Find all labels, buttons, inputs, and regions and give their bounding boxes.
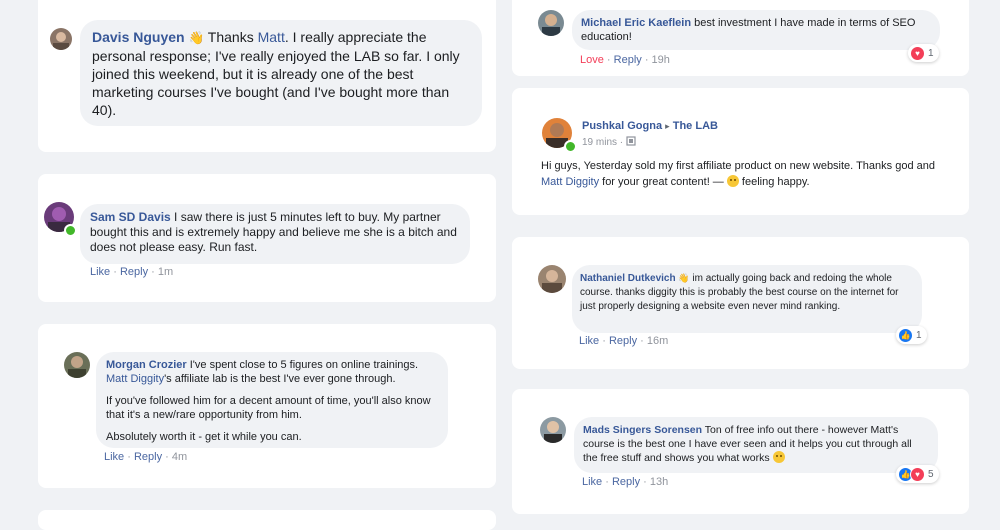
reaction-summary[interactable]: ♥ 1: [908, 44, 939, 62]
avatar[interactable]: [64, 352, 90, 378]
post-meta: 19 mins ·: [582, 136, 636, 148]
comment-paragraph: Morgan Crozier I've spent close to 5 fig…: [106, 358, 438, 386]
comment-card: [38, 510, 496, 530]
separator: ·: [640, 476, 650, 488]
separator: ·: [602, 476, 612, 488]
like-button[interactable]: Like: [104, 451, 124, 463]
comment-card: Morgan Crozier I've spent close to 5 fig…: [38, 324, 496, 488]
comment-text: 's affiliate lab is the best I've ever g…: [164, 373, 396, 385]
mention-link[interactable]: Matt Diggity: [106, 373, 164, 385]
comment-actions: Like · Reply · 1m: [90, 266, 173, 278]
timestamp[interactable]: 4m: [172, 451, 187, 463]
avatar[interactable]: [538, 265, 566, 293]
wave-icon: 👋: [188, 31, 205, 45]
comment-text: I've spent close to 5 figures on online …: [186, 359, 419, 371]
reaction-count: 1: [916, 329, 922, 341]
comment-actions: Like · Reply · 16m: [579, 335, 668, 347]
globe-icon: [626, 136, 636, 146]
separator: ·: [148, 266, 158, 278]
author-name[interactable]: Sam SD Davis: [90, 210, 171, 224]
reaction-summary[interactable]: 👍 1: [896, 326, 927, 344]
timestamp[interactable]: 16m: [647, 335, 668, 347]
reply-button[interactable]: Reply: [614, 54, 642, 66]
separator: ·: [162, 451, 172, 463]
feeling-text: feeling happy.: [738, 176, 810, 188]
separator: ·: [124, 451, 134, 463]
comment-card: Davis Nguyen 👋 Thanks Matt. I really app…: [38, 0, 496, 152]
timestamp[interactable]: 19h: [652, 54, 670, 66]
post-card: Pushkal Gogna ▸ The LAB 19 mins · Hi guy…: [512, 88, 969, 215]
reply-button[interactable]: Reply: [609, 335, 637, 347]
comment-bubble: Davis Nguyen 👋 Thanks Matt. I really app…: [80, 20, 482, 126]
separator: ·: [637, 335, 647, 347]
comment-bubble: Mads Singers Sorensen Ton of free info o…: [574, 417, 938, 473]
online-dot-icon: [564, 140, 577, 153]
timestamp[interactable]: 19 mins: [582, 137, 617, 148]
author-name[interactable]: Pushkal Gogna: [582, 120, 662, 132]
like-button[interactable]: Like: [90, 266, 110, 278]
reaction-count: 1: [928, 47, 934, 59]
reaction-summary[interactable]: 👍 ♥ 5: [896, 465, 939, 483]
like-button[interactable]: Like: [579, 335, 599, 347]
comment-bubble: Nathaniel Dutkevich 👋 im actually going …: [572, 265, 922, 333]
love-button[interactable]: Love: [580, 54, 604, 66]
like-button[interactable]: Like: [582, 476, 602, 488]
mention-link[interactable]: Matt: [258, 29, 285, 45]
avatar[interactable]: [538, 10, 564, 36]
post-header: Pushkal Gogna ▸ The LAB: [582, 120, 718, 132]
separator: ·: [617, 137, 626, 148]
like-icon: 👍: [898, 327, 913, 343]
author-name[interactable]: Morgan Crozier: [106, 359, 187, 371]
heart-icon: ♥: [910, 466, 925, 482]
separator: ·: [641, 54, 652, 66]
post-body: Hi guys, Yesterday sold my first affilia…: [541, 160, 935, 172]
comment-paragraph: Absolutely worth it - get it while you c…: [106, 431, 302, 443]
smile-emoji-icon: [726, 175, 739, 187]
comment-bubble: Sam SD Davis I saw there is just 5 minut…: [80, 204, 470, 264]
group-link[interactable]: The LAB: [673, 120, 718, 132]
smile-emoji-icon: [772, 451, 785, 463]
post-text: Hi guys, Yesterday sold my first affilia…: [541, 158, 951, 190]
timestamp[interactable]: 1m: [158, 266, 173, 278]
separator: ·: [599, 335, 609, 347]
reaction-count: 5: [928, 468, 934, 480]
online-dot-icon: [64, 224, 77, 237]
comment-text: Thanks: [204, 29, 258, 45]
reply-button[interactable]: Reply: [134, 451, 162, 463]
separator: ·: [110, 266, 120, 278]
mention-link[interactable]: Matt Diggity: [541, 176, 599, 188]
caret-right-icon: ▸: [665, 121, 670, 131]
timestamp[interactable]: 13h: [650, 476, 668, 488]
comment-paragraph: If you've followed him for a decent amou…: [106, 395, 431, 421]
comment-bubble: Michael Eric Kaeflein best investment I …: [572, 10, 940, 50]
comment-actions: Like · Reply · 4m: [104, 451, 187, 463]
author-name[interactable]: Michael Eric Kaeflein: [581, 17, 691, 29]
comment-card: Mads Singers Sorensen Ton of free info o…: [512, 389, 969, 514]
comment-card: Sam SD Davis I saw there is just 5 minut…: [38, 174, 496, 302]
author-name[interactable]: Mads Singers Sorensen: [583, 424, 702, 436]
author-name[interactable]: Davis Nguyen: [92, 29, 185, 45]
reply-button[interactable]: Reply: [612, 476, 640, 488]
reply-button[interactable]: Reply: [120, 266, 148, 278]
avatar[interactable]: [540, 417, 566, 443]
comment-card: Nathaniel Dutkevich 👋 im actually going …: [512, 237, 969, 369]
post-body: for your great content! —: [599, 176, 727, 188]
comment-actions: Love · Reply · 19h: [580, 54, 670, 66]
comment-card: Michael Eric Kaeflein best investment I …: [512, 0, 969, 76]
comment-actions: Like · Reply · 13h: [582, 476, 668, 488]
avatar[interactable]: [50, 28, 72, 50]
heart-icon: ♥: [910, 45, 925, 61]
comment-bubble: Morgan Crozier I've spent close to 5 fig…: [96, 352, 448, 448]
wave-icon: 👋: [678, 273, 690, 283]
separator: ·: [603, 54, 614, 66]
author-name[interactable]: Nathaniel Dutkevich: [580, 273, 676, 284]
